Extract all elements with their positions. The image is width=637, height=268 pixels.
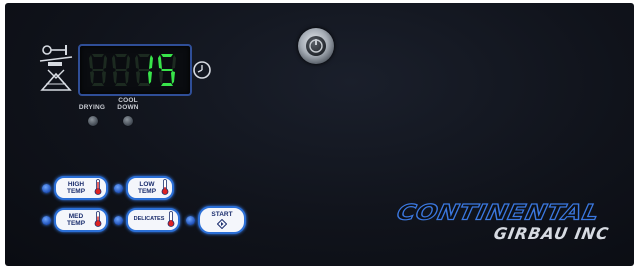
high-temp-led — [42, 184, 51, 193]
high-temp-label: HIGH TEMP — [62, 181, 90, 195]
key-lock-icon[interactable] — [298, 28, 334, 64]
maker-logo: GIRBAU INC — [492, 224, 611, 243]
high-temp-label-line1: HIGH — [67, 181, 85, 188]
dryer-control-panel: DRYING COOL DOWN HIGH TEMP LOW TEMP MED … — [0, 0, 637, 268]
delicates-button[interactable]: DELICATES — [126, 208, 180, 232]
brand-logo: CONTINENTAL — [394, 199, 602, 225]
low-temp-button[interactable]: LOW TEMP — [126, 176, 174, 200]
med-temp-label-line1: MED — [68, 213, 84, 220]
thermometer-icon — [94, 179, 102, 195]
cool-down-label-line2: DOWN — [117, 104, 139, 111]
med-temp-label: MED TEMP — [62, 213, 90, 227]
high-temp-label-line2: TEMP — [66, 188, 86, 195]
digit-4 — [158, 54, 176, 86]
drying-label: DRYING — [78, 104, 106, 111]
clock-icon — [193, 61, 211, 79]
cool-down-label: COOL DOWN — [115, 97, 141, 111]
start-label: START — [211, 211, 233, 218]
med-temp-label-line2: TEMP — [66, 220, 86, 227]
high-temp-button[interactable]: HIGH TEMP — [54, 176, 108, 200]
med-temp-led — [42, 216, 51, 225]
thermometer-icon — [161, 179, 169, 195]
thermometer-icon — [167, 211, 175, 227]
thermometer-icon — [94, 211, 102, 227]
med-temp-button[interactable]: MED TEMP — [54, 208, 108, 232]
start-icon — [217, 219, 227, 229]
delicates-label: DELICATES — [133, 216, 165, 222]
key-lock-cylinder — [306, 36, 326, 56]
start-led — [186, 216, 195, 225]
cool-down-indicator — [123, 116, 133, 126]
tumble-mode-icon — [38, 44, 74, 100]
start-button[interactable]: START — [198, 206, 246, 234]
digit-2 — [112, 54, 130, 86]
digit-3 — [135, 54, 153, 86]
low-temp-led — [114, 184, 123, 193]
low-temp-label: LOW TEMP — [134, 181, 160, 195]
low-temp-label-line2: TEMP — [137, 188, 157, 195]
digit-1 — [89, 54, 107, 86]
time-display — [78, 44, 192, 96]
drying-indicator — [88, 116, 98, 126]
low-temp-label-line1: LOW — [139, 181, 155, 188]
cool-down-label-line1: COOL — [118, 97, 138, 104]
delicates-led — [114, 216, 123, 225]
